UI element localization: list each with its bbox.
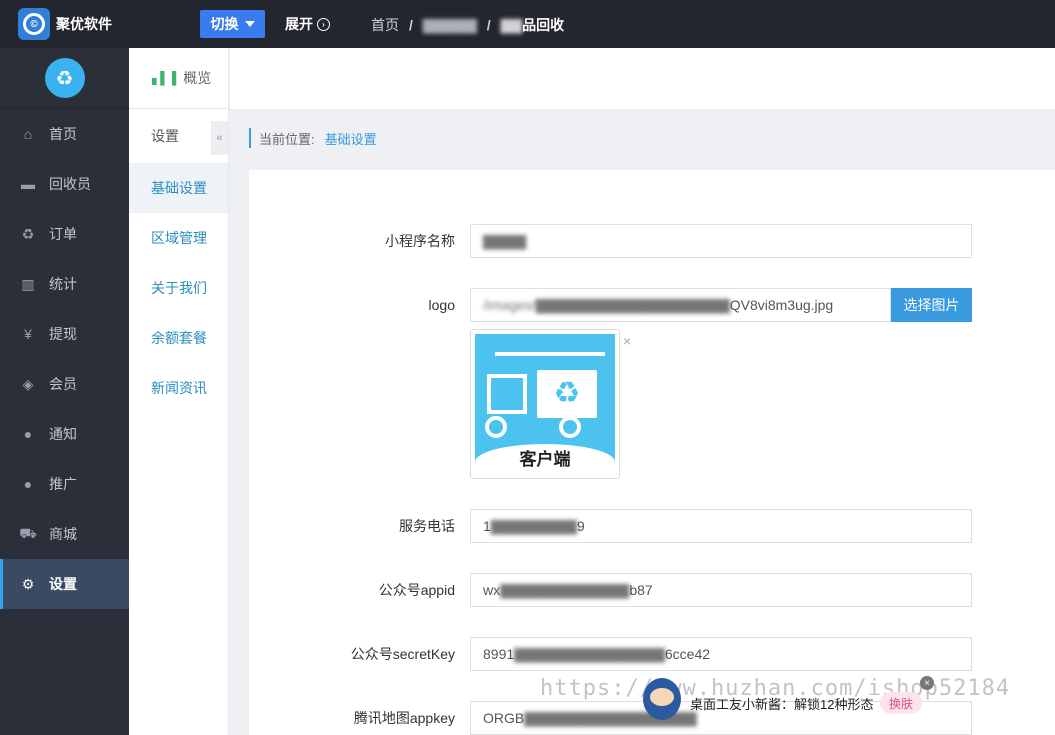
subnav-item-1[interactable]: 区域管理 xyxy=(129,213,228,263)
app-logo-icon: © xyxy=(18,8,50,40)
truck-box: ♻ xyxy=(537,370,597,418)
logo-preview-image: ♻ 客户端 xyxy=(475,334,615,474)
subnav-item-4[interactable]: 新闻资讯 xyxy=(129,363,228,413)
overview-link[interactable]: ▖▌▐ 概览 xyxy=(129,48,228,109)
breadcrumb-separator: / xyxy=(409,17,413,33)
brand[interactable]: © 聚优软件 xyxy=(0,0,129,48)
cart-icon: ⛟ xyxy=(19,524,37,541)
circle-arrow-right-icon: › xyxy=(317,17,330,31)
breadcrumb-separator: / xyxy=(486,17,491,33)
name-input[interactable]: ▇▇▇▇ xyxy=(470,224,972,258)
close-icon[interactable]: × xyxy=(920,676,934,690)
subnav-item-0[interactable]: 基础设置 xyxy=(129,163,228,213)
appid-label: 公众号appid xyxy=(378,582,455,598)
choose-image-button[interactable]: 选择图片 xyxy=(891,288,972,322)
sidebar-item-3[interactable]: ▥ 统计 xyxy=(0,259,129,309)
logo-label: logo xyxy=(428,297,455,313)
sidebar-item-label: 回收员 xyxy=(49,176,91,192)
map-key-label: 腾讯地图appkey xyxy=(353,710,455,726)
sidebar-item-label: 提现 xyxy=(49,326,77,342)
subnav-item-3[interactable]: 余额套餐 xyxy=(129,313,228,363)
phone-input[interactable]: 1▇▇▇▇▇▇▇▇9 xyxy=(470,509,972,543)
form-row-appid: 公众号appid wx▇▇▇▇▇▇▇▇▇▇▇▇b87 xyxy=(249,573,1055,607)
sidebar-item-1[interactable]: ▬ 回收员 xyxy=(0,159,129,209)
sidebar-item-label: 订单 xyxy=(49,226,77,242)
location-prefix: 当前位置: xyxy=(259,131,315,147)
breadcrumb-home[interactable]: 首页 xyxy=(371,15,399,35)
sidebar-item-label: 统计 xyxy=(49,276,77,292)
subnav-title-label: 设置 xyxy=(151,128,179,144)
subnav-section-title: 设置 « xyxy=(129,109,228,163)
current-location: 当前位置: 基础设置 xyxy=(249,128,377,148)
skin-badge[interactable]: 换肤 xyxy=(880,692,922,714)
form-row-phone: 服务电话 1▇▇▇▇▇▇▇▇9 xyxy=(249,509,1055,543)
comments-icon: ● xyxy=(23,476,33,492)
subnav-item-2[interactable]: 关于我们 xyxy=(129,263,228,313)
sidebar-item-label: 会员 xyxy=(49,376,77,392)
expand-button[interactable]: 展开 › xyxy=(285,14,330,34)
truck-cab xyxy=(487,374,527,414)
appid-input[interactable]: wx▇▇▇▇▇▇▇▇▇▇▇▇b87 xyxy=(470,573,972,607)
form-row-secret: 公众号secretKey 8991▇▇▇▇▇▇▇▇▇▇▇▇▇▇6cce42 xyxy=(249,637,1055,671)
remove-image-icon[interactable]: × xyxy=(623,333,631,349)
expand-label: 展开 xyxy=(285,16,313,32)
sidebar-item-4[interactable]: ¥ 提现 xyxy=(0,309,129,359)
breadcrumb: 首页 / ▇▇▇▇▇ / ▇▇品回收 xyxy=(371,15,564,35)
collapse-chevron-icon[interactable]: « xyxy=(211,121,228,155)
form-row-logo: logo /images/▇▇▇▇▇▇▇▇▇▇▇▇▇▇▇▇▇▇QV8vi8m3u… xyxy=(249,288,1055,322)
sidebar-logo: ♻ xyxy=(0,48,129,109)
name-label: 小程序名称 xyxy=(385,233,455,249)
comment-icon: ● xyxy=(23,426,33,442)
sidebar-item-label: 首页 xyxy=(49,126,77,142)
tag-icon: ◈ xyxy=(22,375,34,392)
home-icon: ⌂ xyxy=(23,126,33,142)
logo-path-input[interactable]: /images/▇▇▇▇▇▇▇▇▇▇▇▇▇▇▇▇▇▇QV8vi8m3ug.jpg xyxy=(470,288,891,322)
logo-preview[interactable]: ♻ 客户端 xyxy=(470,329,620,479)
wheel-icon xyxy=(559,416,581,438)
promo-text[interactable]: 桌面工友小新酱：解锁12种形态 xyxy=(690,694,873,713)
top-bar: © 聚优软件 切换 展开 › 首页 / ▇▇▇▇▇ / ▇▇品回收 xyxy=(0,0,1055,48)
settings-subnav: ▖▌▐ 概览 设置 « 基础设置 区域管理 关于我们 余额套餐 新闻资讯 xyxy=(129,48,229,735)
settings-form-panel: 小程序名称 ▇▇▇▇ logo /images/▇▇▇▇▇▇▇▇▇▇▇▇▇▇▇▇… xyxy=(249,170,1055,735)
app-name: 聚优软件 xyxy=(56,16,112,32)
bar-chart-icon: ▖▌▐ xyxy=(152,71,176,85)
sidebar-item-label: 推广 xyxy=(49,476,77,492)
wheel-icon xyxy=(485,416,507,438)
recycle-icon: ♻ xyxy=(553,377,581,410)
sidebar-item-5[interactable]: ◈ 会员 xyxy=(0,359,129,409)
phone-label: 服务电话 xyxy=(399,518,455,534)
sidebar-item-7[interactable]: ● 推广 xyxy=(0,459,129,509)
mascot-avatar-icon[interactable] xyxy=(643,678,681,720)
bar-chart-icon: ▥ xyxy=(21,275,35,292)
sidebar-item-0[interactable]: ⌂ 首页 xyxy=(0,109,129,159)
caret-down-icon xyxy=(244,21,255,27)
breadcrumb-middle[interactable]: ▇▇▇▇▇ xyxy=(423,17,477,34)
sidebar-item-8[interactable]: ⛟ 商城 xyxy=(0,509,129,559)
switch-button[interactable]: 切换 xyxy=(200,10,265,38)
content-header xyxy=(230,48,1055,109)
truck-icon: ▬ xyxy=(21,176,35,192)
sidebar-item-label: 商城 xyxy=(49,526,77,542)
secret-label: 公众号secretKey xyxy=(350,646,455,662)
secret-input[interactable]: 8991▇▇▇▇▇▇▇▇▇▇▇▇▇▇6cce42 xyxy=(470,637,972,671)
overview-label: 概览 xyxy=(183,70,212,86)
sidebar-item-2[interactable]: ♻ 订单 xyxy=(0,209,129,259)
location-current-link[interactable]: 基础设置 xyxy=(325,129,377,148)
form-row-name: 小程序名称 ▇▇▇▇ xyxy=(249,224,1055,258)
yen-icon: ¥ xyxy=(24,326,32,342)
recycle-icon: ♻ xyxy=(21,225,35,242)
gear-icon: ⚙ xyxy=(21,575,35,592)
sidebar-item-9[interactable]: ⚙ 设置 xyxy=(0,559,129,609)
sidebar-item-label: 通知 xyxy=(49,426,77,442)
sidebar-item-6[interactable]: ● 通知 xyxy=(0,409,129,459)
main-sidebar: ♻ ⌂ 首页 ▬ 回收员 ♻ 订单 ▥ 统计 ¥ 提现 ◈ 会员 ● 通知 ● 推广 ⛟ 商城 ⚙ 设置 xyxy=(0,48,129,735)
switch-label: 切换 xyxy=(210,16,239,32)
breadcrumb-current: ▇▇品回收 xyxy=(500,17,565,33)
recycle-logo-icon: ♻ xyxy=(44,58,85,98)
truck-rack xyxy=(495,352,605,356)
logo-caption: 客户端 xyxy=(475,444,615,474)
sidebar-item-label: 设置 xyxy=(49,576,77,592)
